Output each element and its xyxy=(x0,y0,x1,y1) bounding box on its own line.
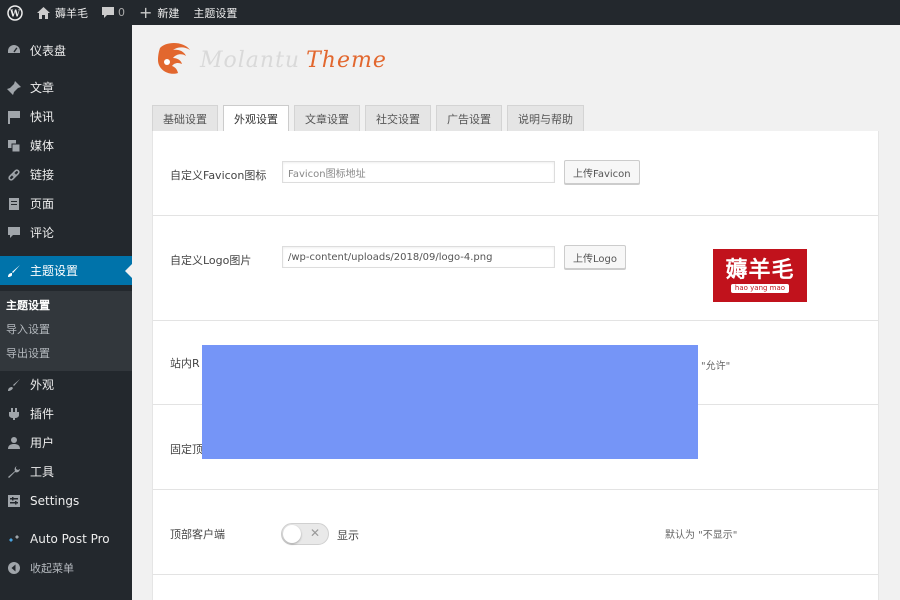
logo-url-input[interactable]: /wp-content/uploads/2018/09/logo-4.png xyxy=(282,246,555,268)
wrench-icon xyxy=(4,465,24,479)
sidebar-item-label: 主题设置 xyxy=(30,264,79,278)
sidebar-item-label: 链接 xyxy=(30,168,55,182)
media-icon xyxy=(4,139,24,153)
sidebar-item-label: 收起菜单 xyxy=(30,561,74,575)
top-client-row: 顶部客户端 默认为 "不显示" xyxy=(153,490,878,575)
sidebar-item-label: Settings xyxy=(30,493,80,508)
theme-logo: Molantu Theme xyxy=(156,42,387,79)
appearance-icon xyxy=(4,378,24,392)
active-indicator xyxy=(125,264,132,278)
theme-settings-label: 主题设置 xyxy=(193,6,238,20)
tab-basic[interactable]: 基础设置 xyxy=(152,105,218,131)
sidebar-item-label: 媒体 xyxy=(30,139,55,153)
top-client-default-hint: 默认为 "不显示" xyxy=(665,530,738,541)
plus-icon: + xyxy=(139,2,153,22)
top-client-toggle[interactable]: ✕ xyxy=(281,523,329,545)
sidebar-item-auto-post-pro[interactable]: Auto Post Pro xyxy=(0,524,132,553)
sidebar-item-label: Auto Post Pro xyxy=(30,531,110,546)
admin-sidebar: 仪表盘 文章 快讯 媒体 链接 页面 评论 主题设置 主题设置 导入设置 导出设… xyxy=(0,25,132,600)
pin-icon xyxy=(4,80,24,95)
admin-bar: W 薅羊毛 0 + 新建 主题设置 xyxy=(0,0,900,25)
sidebar-item-label: 外观 xyxy=(30,378,55,392)
favicon-row: 自定义Favicon图标 Favicon图标地址 上传Favicon xyxy=(153,131,878,216)
dashboard-icon xyxy=(4,44,24,58)
brush-icon xyxy=(4,264,24,278)
star-icon xyxy=(4,532,24,546)
tab-appearance[interactable]: 外观设置 xyxy=(223,105,289,132)
sidebar-item-links[interactable]: 链接 xyxy=(0,160,132,189)
svg-text:W: W xyxy=(9,9,21,19)
sidebar-item-posts[interactable]: 文章 xyxy=(0,73,132,102)
plugin-icon xyxy=(4,407,24,421)
tab-help[interactable]: 说明与帮助 xyxy=(507,105,584,131)
theme-settings-link[interactable]: 主题设置 xyxy=(186,0,244,25)
sidebar-item-appearance[interactable]: 外观 xyxy=(0,370,132,399)
comment-icon xyxy=(4,226,24,240)
sidebar-item-plugins[interactable]: 插件 xyxy=(0,399,132,428)
close-icon: ✕ xyxy=(309,526,320,540)
sidebar-item-users[interactable]: 用户 xyxy=(0,428,132,457)
sidebar-item-pages[interactable]: 页面 xyxy=(0,189,132,218)
sidebar-item-tools[interactable]: 工具 xyxy=(0,457,132,486)
new-label: 新建 xyxy=(157,6,180,20)
sidebar-item-label: 评论 xyxy=(30,226,55,240)
user-icon xyxy=(4,436,24,450)
flag-icon xyxy=(4,110,24,124)
molantu-logo-icon xyxy=(156,42,192,79)
tab-ads[interactable]: 广告设置 xyxy=(436,105,502,131)
sidebar-item-label: 仪表盘 xyxy=(30,44,67,58)
theme-brand-name: Molantu xyxy=(200,48,301,73)
comments-link[interactable]: 0 xyxy=(95,0,132,25)
logo-preview-image: 薅羊毛 hao yang mao xyxy=(713,249,807,302)
theme-settings-submenu: 主题设置 导入设置 导出设置 xyxy=(0,291,132,371)
sidebar-item-settings[interactable]: Settings xyxy=(0,486,132,515)
collapse-icon xyxy=(4,561,24,575)
redaction-block xyxy=(202,345,698,459)
comment-count: 0 xyxy=(118,6,125,19)
theme-word: Theme xyxy=(306,48,387,73)
tab-post[interactable]: 文章设置 xyxy=(294,105,360,131)
sidebar-item-label: 页面 xyxy=(30,197,55,211)
upload-logo-button[interactable]: 上传Logo xyxy=(564,245,626,269)
top-client-toggle-label: 显示 xyxy=(337,529,359,542)
submenu-export-settings[interactable]: 导出设置 xyxy=(6,345,50,361)
search-setting-hint: "允许" xyxy=(701,361,731,372)
favicon-label: 自定义Favicon图标 xyxy=(170,169,267,182)
sidebar-item-news[interactable]: 快讯 xyxy=(0,102,132,131)
upload-favicon-button[interactable]: 上传Favicon xyxy=(564,160,640,184)
collapse-menu-button[interactable]: 收起菜单 xyxy=(0,553,132,582)
site-name-link[interactable]: 薅羊毛 xyxy=(30,0,95,25)
favicon-url-input[interactable]: Favicon图标地址 xyxy=(282,161,555,183)
home-icon xyxy=(37,6,50,19)
theme-logo-text: Molantu Theme xyxy=(200,48,387,73)
new-content-link[interactable]: + 新建 xyxy=(132,0,186,25)
wordpress-logo-icon[interactable]: W xyxy=(0,0,30,25)
submenu-import-settings[interactable]: 导入设置 xyxy=(6,321,50,337)
sidebar-item-label: 插件 xyxy=(30,407,55,421)
sidebar-item-dashboard[interactable]: 仪表盘 xyxy=(0,36,132,65)
search-setting-label: 站内R xyxy=(170,357,200,370)
fixed-top-label: 固定顶 xyxy=(170,443,203,456)
logo-label: 自定义Logo图片 xyxy=(170,254,252,267)
submenu-theme-settings[interactable]: 主题设置 xyxy=(6,297,50,313)
toggle-knob xyxy=(283,525,301,543)
logo-preview-subtext: hao yang mao xyxy=(730,283,790,293)
page-icon xyxy=(4,197,24,211)
logo-preview-text: 薅羊毛 xyxy=(725,257,795,283)
link-icon xyxy=(4,168,24,182)
settings-icon xyxy=(4,494,24,508)
top-client-label: 顶部客户端 xyxy=(170,528,225,541)
tab-social[interactable]: 社交设置 xyxy=(365,105,431,131)
sidebar-item-media[interactable]: 媒体 xyxy=(0,131,132,160)
comment-bubble-icon xyxy=(102,7,114,18)
sidebar-item-label: 工具 xyxy=(30,465,55,479)
sidebar-item-theme-settings[interactable]: 主题设置 xyxy=(0,256,132,285)
sidebar-item-label: 文章 xyxy=(30,81,55,95)
sidebar-item-label: 快讯 xyxy=(30,110,55,124)
sidebar-item-comments[interactable]: 评论 xyxy=(0,218,132,247)
sidebar-item-label: 用户 xyxy=(30,436,55,450)
settings-tabs: 基础设置 外观设置 文章设置 社交设置 广告设置 说明与帮助 xyxy=(152,105,589,132)
site-name: 薅羊毛 xyxy=(55,6,88,20)
